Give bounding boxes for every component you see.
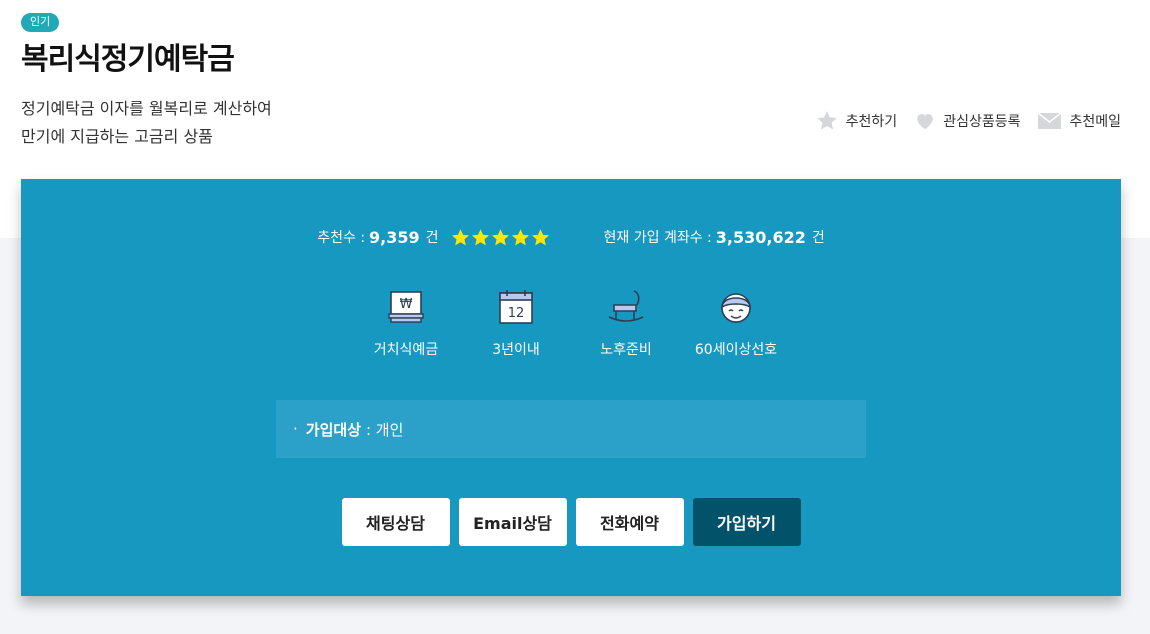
rating-stars	[451, 228, 550, 247]
popular-badge: 인기	[21, 13, 60, 32]
feature-label: 노후준비	[600, 342, 652, 358]
bullet: ·	[293, 420, 298, 438]
eligibility-label: 가입대상	[305, 420, 361, 439]
email-consult-button[interactable]: Email상담	[458, 498, 567, 546]
recommend-stat-unit: 건	[425, 230, 439, 246]
accounts-stat: 현재 가입 계좌수 : 3,530,622 건	[604, 227, 825, 247]
product-summary-card: 추천수 : 9,359 건 현재 가입 계좌수 : 3,530,622 건 ₩ …	[21, 179, 1121, 596]
rocking-chair-icon	[608, 290, 644, 322]
feature-item: 노후준비	[578, 287, 674, 359]
feature-label: 60세이상선호	[694, 342, 778, 358]
star-icon	[531, 228, 549, 245]
star-icon	[816, 110, 838, 131]
product-header: 인기 복리식정기예탁금 정기예탁금 이자를 월복리로 계산하여 만기에 지급하는…	[21, 10, 1121, 151]
phone-reservation-button[interactable]: 전화예약	[575, 498, 684, 546]
senior-face-icon	[721, 293, 751, 323]
svg-text:12: 12	[508, 306, 525, 321]
recommend-stat: 추천수 : 9,359 건	[317, 227, 438, 247]
feature-item: 12 3년이내	[468, 287, 564, 359]
email-recommend-button[interactable]: 추천메일	[1038, 111, 1121, 131]
action-buttons: 채팅상담 Email상담 전화예약 가입하기	[21, 498, 1121, 546]
accounts-stat-count: 3,530,622	[715, 227, 806, 247]
favorite-button[interactable]: 관심상품등록	[915, 111, 1020, 131]
envelope-icon	[1038, 112, 1062, 129]
product-actions: 추천하기 관심상품등록 추천메일	[816, 110, 1121, 131]
star-icon	[511, 228, 529, 245]
stats-row: 추천수 : 9,359 건 현재 가입 계좌수 : 3,530,622 건	[21, 227, 1121, 247]
accounts-stat-unit: 건	[811, 230, 825, 246]
feature-list: ₩ 거치식예금 12 3년이내 노후준비 60세이상선호	[21, 287, 1121, 359]
product-title: 복리식정기예탁금	[21, 42, 235, 77]
eligibility-value: : 개인	[365, 420, 404, 439]
email-recommend-label: 추천메일	[1069, 113, 1121, 130]
recommend-label: 추천하기	[845, 113, 898, 130]
svg-text:₩: ₩	[400, 297, 413, 312]
feature-label: 3년이내	[492, 342, 540, 358]
heart-icon	[915, 112, 935, 130]
feature-label: 거치식예금	[373, 342, 439, 358]
recommend-stat-label: 추천수 :	[317, 230, 366, 246]
star-icon	[491, 228, 509, 245]
won-bill-icon: ₩	[388, 291, 424, 323]
recommend-button[interactable]: 추천하기	[816, 110, 898, 131]
feature-item: ₩ 거치식예금	[358, 287, 454, 359]
star-icon	[451, 228, 469, 245]
star-icon	[471, 228, 489, 245]
eligibility-box: · 가입대상 : 개인	[276, 400, 866, 458]
feature-item: 60세이상선호	[688, 287, 784, 359]
recommend-stat-count: 9,359	[369, 227, 420, 247]
accounts-stat-label: 현재 가입 계좌수 :	[603, 230, 712, 246]
chat-consult-button[interactable]: 채팅상담	[341, 498, 450, 546]
favorite-label: 관심상품등록	[943, 113, 1021, 130]
calendar-icon: 12	[499, 290, 533, 324]
join-button[interactable]: 가입하기	[692, 498, 801, 546]
